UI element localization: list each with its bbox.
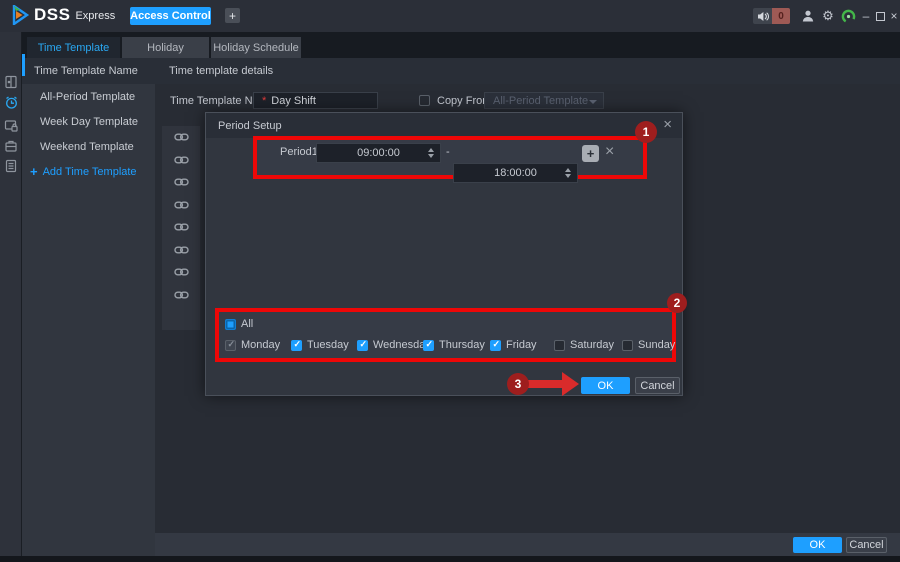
alarm-count-badge: 0 <box>772 8 790 24</box>
copy-link-icon[interactable] <box>162 149 200 172</box>
time-template-clock-icon[interactable] <box>3 94 19 110</box>
day-checkbox-sunday[interactable]: Sunday <box>622 339 675 351</box>
end-time-input[interactable]: 18:00:00 <box>453 163 578 183</box>
list-item-week-day[interactable]: Week Day Template <box>22 109 155 134</box>
day-checkbox-friday[interactable]: Friday <box>490 339 537 351</box>
tab-time-template[interactable]: Time Template <box>27 37 120 58</box>
dialog-cancel-button[interactable]: Cancel <box>635 377 680 394</box>
annotation-rect-days <box>215 308 676 362</box>
day-label: Monday <box>241 339 281 351</box>
time-spinner[interactable] <box>565 168 571 178</box>
checkbox[interactable] <box>291 339 302 351</box>
copy-link-icon[interactable] <box>162 216 200 239</box>
dialog-title: Period Setup <box>206 113 682 138</box>
brand-suffix: Express <box>75 10 116 22</box>
checkbox[interactable] <box>622 339 633 351</box>
list-item-weekend[interactable]: Weekend Template <box>22 134 155 159</box>
user-icon[interactable] <box>800 8 816 24</box>
template-name-input[interactable]: * Day Shift <box>253 92 378 109</box>
period-setup-dialog: Period Setup × Period1: 09:00:00 - 18:00… <box>205 112 683 396</box>
annotation-arrow <box>528 380 563 388</box>
annotation-step-1: 1 <box>635 121 657 143</box>
checkbox[interactable] <box>554 339 565 351</box>
speaker-icon[interactable] <box>753 8 772 24</box>
day-checkbox-wednesday[interactable]: Wednesday <box>357 339 431 351</box>
app-window: DSS Express Access Control + 0 ⚙ – × Tim… <box>0 0 900 562</box>
title-bar: DSS Express Access Control + 0 ⚙ – × <box>0 0 900 32</box>
day-label: Thursday <box>439 339 485 351</box>
door-access-icon[interactable] <box>3 74 19 90</box>
brand-name: DSS <box>34 5 71 24</box>
tab-holiday-schedule[interactable]: Holiday Schedule <box>211 37 301 58</box>
template-name-value: Day Shift <box>271 94 316 107</box>
page-cancel-button[interactable]: Cancel <box>846 537 887 553</box>
annotation-arrow-head <box>562 372 579 396</box>
day-label: Tuesday <box>307 339 349 351</box>
dialog-close-icon[interactable]: × <box>663 117 672 132</box>
day-checkbox-saturday[interactable]: Saturday <box>554 339 614 351</box>
new-module-tab-button[interactable]: + <box>225 8 240 23</box>
delete-period-icon[interactable]: × <box>605 144 614 160</box>
period1-label: Period1: <box>280 146 321 158</box>
active-module-indicator <box>22 54 25 76</box>
day-label: Saturday <box>570 339 615 351</box>
annotation-step-3: 3 <box>507 373 529 395</box>
required-asterisk: * <box>262 94 267 107</box>
checkbox[interactable] <box>423 339 434 351</box>
checkbox[interactable] <box>225 339 236 351</box>
tab-access-control[interactable]: Access Control <box>130 7 211 25</box>
time-range-separator: - <box>446 146 450 158</box>
all-days-checkbox-item[interactable]: All <box>225 318 253 330</box>
settings-gear-icon[interactable]: ⚙ <box>820 8 836 24</box>
checkbox[interactable] <box>357 339 368 351</box>
alarm-sound-control[interactable]: 0 <box>753 8 790 24</box>
copy-link-icon[interactable] <box>162 284 200 307</box>
all-label: All <box>241 318 254 330</box>
day-link-column <box>162 126 200 330</box>
dss-logo-icon <box>12 5 30 25</box>
log-document-icon[interactable] <box>3 158 19 174</box>
performance-gauge-icon[interactable] <box>840 8 856 24</box>
copy-from-value: All-Period Template <box>493 94 589 107</box>
chevron-down-icon <box>589 100 597 104</box>
day-label: Sunday <box>638 339 676 351</box>
end-time-value: 18:00:00 <box>494 167 537 179</box>
dialog-ok-button[interactable]: OK <box>581 377 630 394</box>
day-checkbox-tuesday[interactable]: Tuesday <box>291 339 349 351</box>
time-spinner[interactable] <box>428 148 434 158</box>
module-sidebar <box>0 32 22 556</box>
copy-from-dropdown[interactable]: All-Period Template <box>484 92 604 109</box>
copy-link-icon[interactable] <box>162 126 200 149</box>
checkbox[interactable] <box>490 339 501 351</box>
add-time-template-button[interactable]: + Add Time Template <box>22 159 155 184</box>
close-window-icon[interactable]: × <box>886 8 900 24</box>
add-time-template-label: Add Time Template <box>42 165 137 178</box>
copy-link-icon[interactable] <box>162 171 200 194</box>
annotation-step-2: 2 <box>667 293 687 313</box>
plus-icon: + <box>30 164 38 179</box>
tab-holiday[interactable]: Holiday <box>122 37 209 58</box>
copy-link-icon[interactable] <box>162 261 200 284</box>
day-label: Friday <box>506 339 537 351</box>
template-list-header: Time Template Name <box>22 58 155 84</box>
brand-logo: DSS Express <box>10 5 115 25</box>
copy-from-checkbox[interactable] <box>419 95 430 106</box>
all-checkbox[interactable] <box>225 318 236 330</box>
add-period-button[interactable]: + <box>582 145 599 162</box>
template-list-panel: Time Template Name All-Period Template W… <box>22 58 155 556</box>
list-item-all-period[interactable]: All-Period Template <box>22 84 155 109</box>
start-time-value: 09:00:00 <box>357 147 400 159</box>
details-header: Time template details <box>155 58 900 84</box>
day-checkbox-thursday[interactable]: Thursday <box>423 339 485 351</box>
video-lock-icon[interactable] <box>3 118 19 134</box>
copy-link-icon[interactable] <box>162 194 200 217</box>
copy-link-icon[interactable] <box>162 239 200 262</box>
window-bottom-edge <box>0 556 900 562</box>
page-ok-button[interactable]: OK <box>793 537 842 553</box>
nav-tab-bar: Time Template Holiday Holiday Schedule <box>22 32 900 58</box>
page-footer-bar <box>155 533 900 556</box>
day-checkbox-monday[interactable]: Monday <box>225 339 280 351</box>
device-box-icon[interactable] <box>3 138 19 154</box>
start-time-input[interactable]: 09:00:00 <box>316 143 441 163</box>
